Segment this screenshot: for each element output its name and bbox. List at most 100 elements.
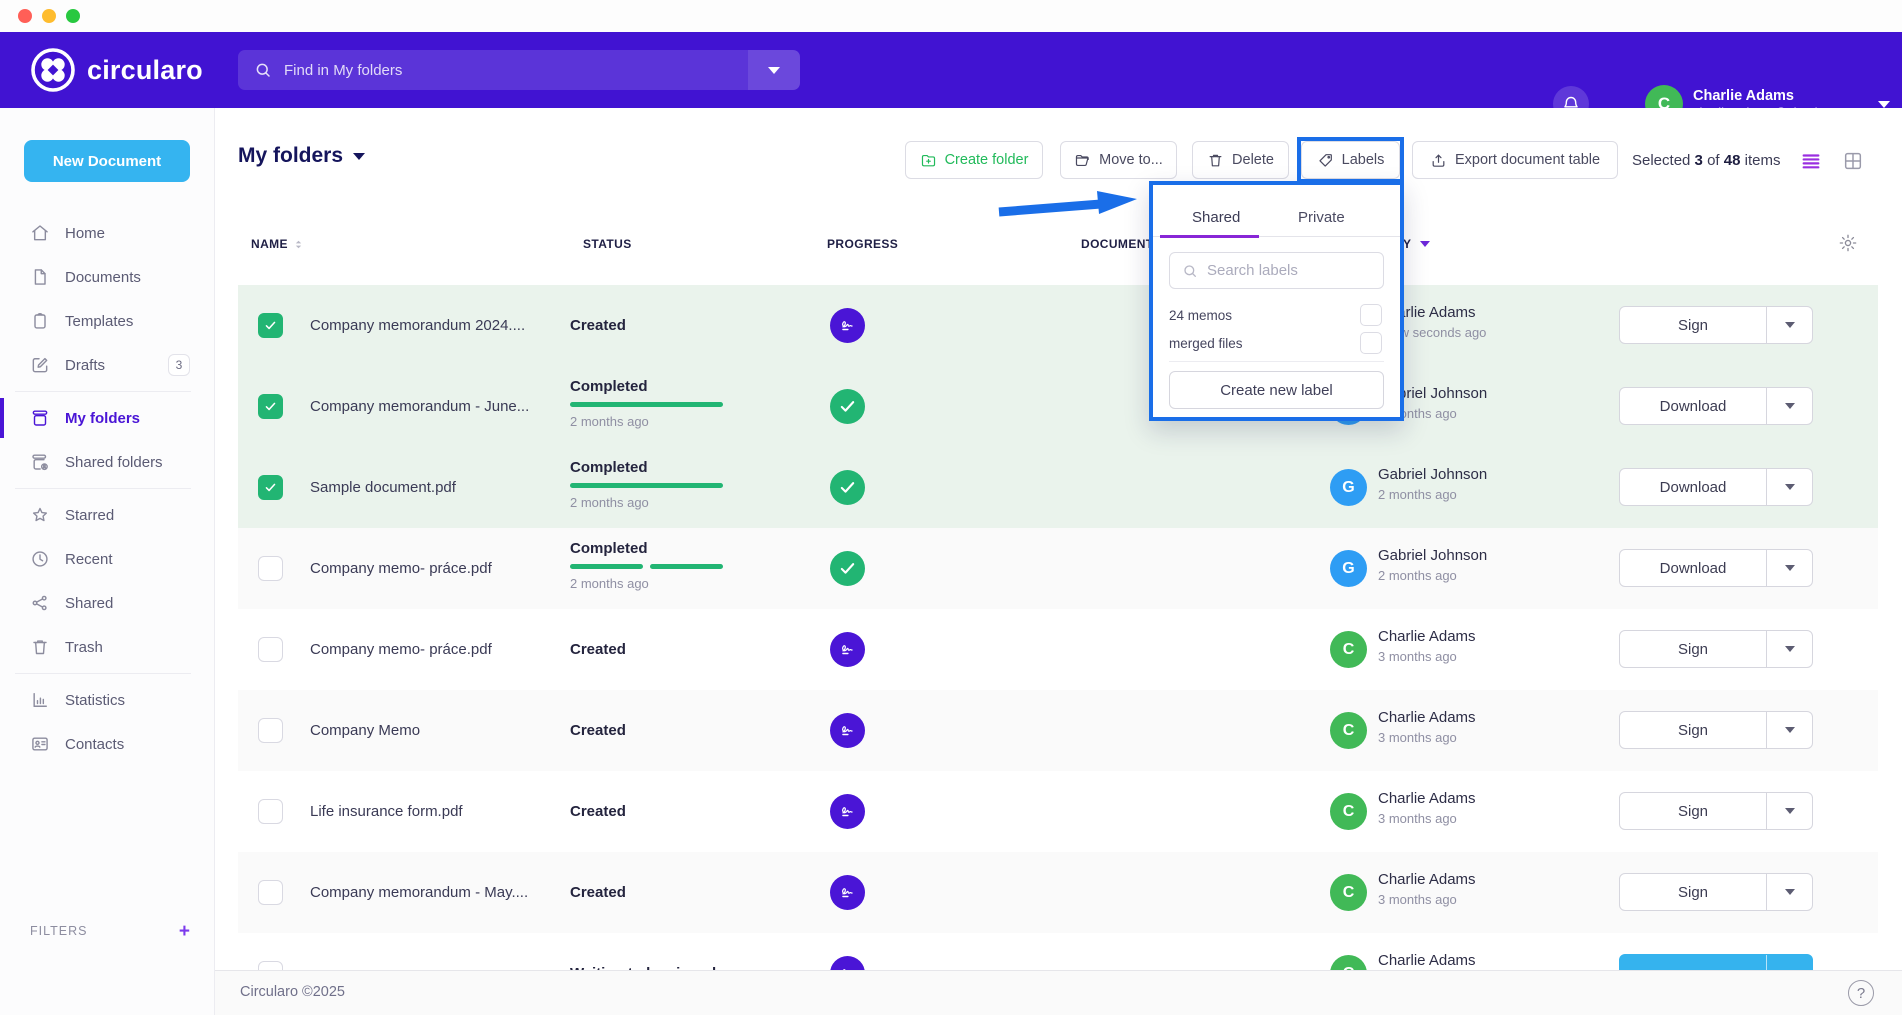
row-action-dropdown[interactable] xyxy=(1766,793,1812,829)
document-name[interactable]: Company memo- práce.pdf xyxy=(310,609,560,690)
window-minimize-button[interactable] xyxy=(42,9,56,23)
window-close-button[interactable] xyxy=(18,9,32,23)
help-button[interactable]: ? xyxy=(1848,980,1874,1006)
row-action-dropdown[interactable] xyxy=(1766,874,1812,910)
document-name[interactable]: Sample document.pdf xyxy=(310,447,560,528)
row-checkbox[interactable] xyxy=(258,394,283,419)
column-header-modified-by[interactable]: Y xyxy=(1403,237,1430,251)
sidebar-item-shared[interactable]: Shared xyxy=(0,581,215,625)
status-cell: Created xyxy=(570,771,790,852)
sidebar-item-trash[interactable]: Trash xyxy=(0,625,215,669)
row-action-button[interactable]: Sign xyxy=(1620,307,1766,343)
document-name[interactable]: Company memo- práce.pdf xyxy=(310,528,560,609)
column-header-status[interactable]: STATUS xyxy=(583,237,632,251)
row-checkbox[interactable] xyxy=(258,556,283,581)
chevron-down-icon xyxy=(1878,101,1890,108)
page-title[interactable]: My folders xyxy=(238,144,365,168)
row-checkbox[interactable] xyxy=(258,718,283,743)
row-action-button[interactable]: Download xyxy=(1620,469,1766,505)
row-checkbox[interactable] xyxy=(258,313,283,338)
tab-private[interactable]: Private xyxy=(1298,209,1345,226)
sidebar-item-label: Documents xyxy=(65,269,141,286)
document-name[interactable]: Company Memo xyxy=(310,690,560,771)
status-cell: Created xyxy=(570,690,790,771)
row-checkbox[interactable] xyxy=(258,799,283,824)
row-action-button[interactable]: Sign xyxy=(1620,631,1766,667)
sidebar-item-label: Trash xyxy=(65,639,103,656)
progress-complete-icon xyxy=(830,551,865,586)
sidebar-item-starred[interactable]: Starred xyxy=(0,493,215,537)
row-action-dropdown[interactable] xyxy=(1766,550,1812,586)
row-action-dropdown[interactable] xyxy=(1766,469,1812,505)
chevron-down-icon xyxy=(1785,808,1795,814)
document-name[interactable]: Life insurance form.pdf xyxy=(310,771,560,852)
row-action-dropdown[interactable] xyxy=(1766,388,1812,424)
progress-bar xyxy=(570,564,723,569)
search-scope-dropdown[interactable] xyxy=(748,50,800,90)
move-to-button[interactable]: Move to... xyxy=(1060,141,1177,179)
sidebar-item-documents[interactable]: Documents xyxy=(0,255,215,299)
document-name[interactable]: Company memorandum - May.... xyxy=(310,852,560,933)
brand[interactable]: circularo xyxy=(30,46,203,94)
list-view-button[interactable] xyxy=(1800,150,1822,172)
status-time: 2 months ago xyxy=(570,576,649,591)
new-document-button[interactable]: New Document xyxy=(24,140,190,182)
row-checkbox[interactable] xyxy=(258,475,283,500)
sidebar-item-shared-folders[interactable]: Shared folders xyxy=(0,440,215,484)
row-action-button[interactable]: Download xyxy=(1620,550,1766,586)
document-name[interactable]: Company memorandum - June... xyxy=(310,366,560,447)
row-action-dropdown[interactable] xyxy=(1766,307,1812,343)
row-action-dropdown[interactable] xyxy=(1766,712,1812,748)
grid-view-button[interactable] xyxy=(1842,150,1864,172)
contacts-icon xyxy=(30,734,50,754)
table-row: Company MemoCreatedCCharlie Adams3 month… xyxy=(238,690,1878,771)
label-checkbox[interactable] xyxy=(1360,332,1382,354)
column-header-progress[interactable]: PROGRESS xyxy=(827,237,898,251)
sidebar-item-templates[interactable]: Templates xyxy=(0,299,215,343)
sidebar-divider xyxy=(15,391,191,392)
row-action-dropdown[interactable] xyxy=(1766,631,1812,667)
modified-by-cell: Gabriel Johnson2 months ago xyxy=(1378,464,1487,505)
row-checkbox[interactable] xyxy=(258,880,283,905)
delete-button[interactable]: Delete xyxy=(1192,141,1289,179)
row-checkbox[interactable] xyxy=(258,637,283,662)
chevron-down-icon xyxy=(1785,322,1795,328)
sidebar-item-home[interactable]: Home xyxy=(0,211,215,255)
row-action-button[interactable]: Sign xyxy=(1620,793,1766,829)
status-cell: Created xyxy=(570,609,790,690)
labels-button[interactable]: Labels xyxy=(1301,141,1400,179)
selected-count: 3 xyxy=(1695,152,1703,169)
chevron-down-icon xyxy=(1785,565,1795,571)
sidebar-item-recent[interactable]: Recent xyxy=(0,537,215,581)
sidebar-item-statistics[interactable]: Statistics xyxy=(0,678,215,722)
row-action-button[interactable]: Sign xyxy=(1620,712,1766,748)
export-document-table-button[interactable]: Export document table xyxy=(1412,141,1618,179)
row-action-button[interactable]: Download xyxy=(1620,388,1766,424)
row-action-group: Sign xyxy=(1619,306,1813,344)
row-action-button[interactable]: Sign xyxy=(1620,874,1766,910)
search-input[interactable]: Find in My folders xyxy=(238,50,800,90)
tab-shared[interactable]: Shared xyxy=(1192,209,1240,226)
search-labels-input[interactable]: Search labels xyxy=(1169,252,1384,289)
trash-icon xyxy=(1207,152,1224,169)
modified-by-name: Gabriel Johnson xyxy=(1378,545,1487,567)
progress-signature-icon xyxy=(830,713,865,748)
delete-label: Delete xyxy=(1232,152,1274,168)
modified-by-avatar: G xyxy=(1330,469,1367,506)
row-action-group: Sign xyxy=(1619,873,1813,911)
table-settings-gear-icon[interactable] xyxy=(1838,233,1858,253)
chevron-down-icon xyxy=(1785,727,1795,733)
document-name[interactable]: Company memorandum 2024.... xyxy=(310,285,560,366)
status-label: Created xyxy=(570,852,790,933)
column-header-name[interactable]: NAME xyxy=(251,237,305,251)
create-folder-button[interactable]: Create folder xyxy=(905,141,1043,179)
sidebar-item-my-folders[interactable]: My folders xyxy=(0,396,215,440)
create-new-label-button[interactable]: Create new label xyxy=(1169,371,1384,409)
window-zoom-button[interactable] xyxy=(66,9,80,23)
filters-section: FILTERS + xyxy=(0,913,215,949)
add-filter-button[interactable]: + xyxy=(179,922,190,941)
sidebar-item-drafts[interactable]: Drafts3 xyxy=(0,343,215,387)
sidebar-item-contacts[interactable]: Contacts xyxy=(0,722,215,766)
status-cell: Created xyxy=(570,852,790,933)
label-checkbox[interactable] xyxy=(1360,304,1382,326)
